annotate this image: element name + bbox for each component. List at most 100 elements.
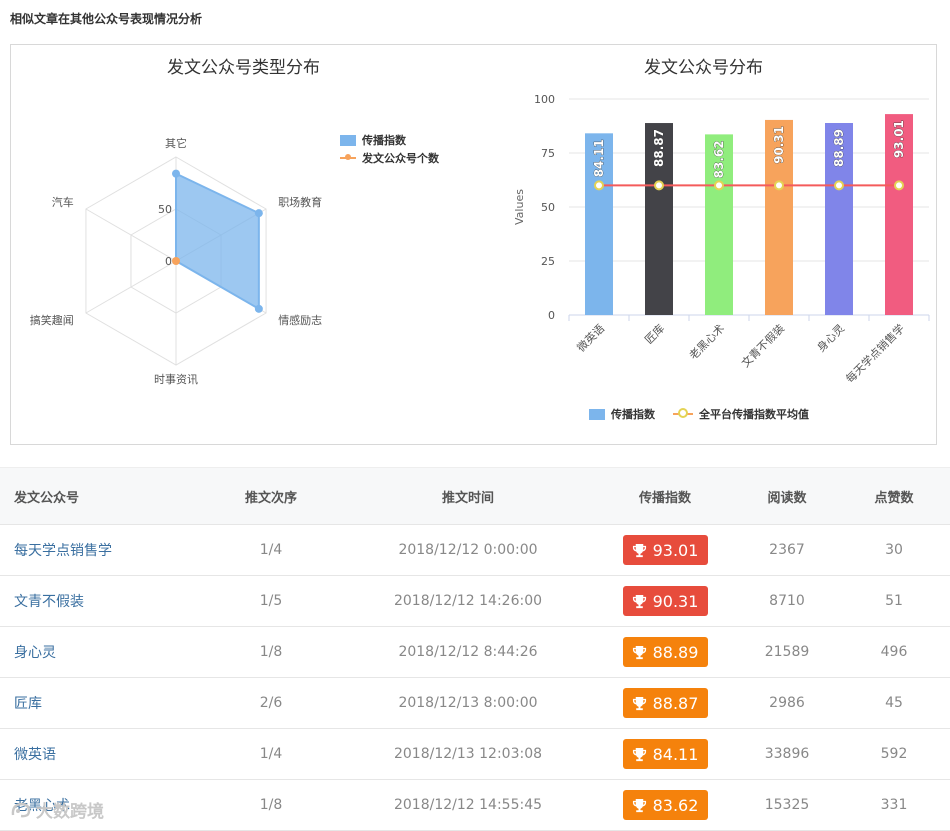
bar-data-label: 88.89 xyxy=(832,129,846,167)
col-header-account[interactable]: 发文公众号 xyxy=(0,467,200,525)
table-row: 每天学点销售学 1/4 2018/12/12 0:00:00 93.01 2367 30 xyxy=(0,524,950,576)
radar-tick-label: 50 xyxy=(158,203,172,216)
trophy-icon xyxy=(632,543,646,557)
account-link[interactable]: 微英语 xyxy=(0,728,200,780)
avg-line-point xyxy=(774,180,784,191)
radar-axis-label: 职场教育 xyxy=(278,195,322,209)
order-cell: 2/6 xyxy=(200,677,342,729)
index-badge: 83.62 xyxy=(622,790,708,820)
table-row: 文青不假装 1/5 2018/12/12 14:26:00 90.31 8710 51 xyxy=(0,575,950,627)
radar-spread-point xyxy=(254,209,263,218)
account-link[interactable]: 文青不假装 xyxy=(0,575,200,627)
avg-line-point xyxy=(714,180,724,191)
likes-cell: 45 xyxy=(838,677,950,729)
table-row: 身心灵 1/8 2018/12/12 8:44:26 88.89 21589 496 xyxy=(0,626,950,678)
legend-swatch-bar-spread xyxy=(589,408,605,420)
bar-chart: 0 25 50 75 100 Values 微英语 匠库 老黑心术 文青不假装 身心灵每天学点销售学… xyxy=(513,93,930,386)
index-cell: 88.87 xyxy=(594,677,736,729)
avg-line-point xyxy=(594,180,604,191)
col-header-index[interactable]: 传播指数 xyxy=(594,467,736,525)
index-cell: 93.01 xyxy=(594,524,736,576)
table-row: 老黑心术 1/8 2018/12/12 14:55:45 83.62 15325 331 xyxy=(0,779,950,831)
reads-cell: 15325 xyxy=(736,779,838,831)
time-cell: 2018/12/13 8:00:00 xyxy=(342,677,594,729)
index-value: 83.62 xyxy=(652,795,699,815)
time-cell: 2018/12/12 0:00:00 xyxy=(342,524,594,576)
bar-data-label: 83.62 xyxy=(712,140,726,178)
reads-cell: 33896 xyxy=(736,728,838,780)
account-link[interactable]: 匠库 xyxy=(0,677,200,729)
col-header-reads[interactable]: 阅读数 xyxy=(736,467,838,525)
index-badge: 93.01 xyxy=(622,535,708,565)
radar-axis-label: 时事资讯 xyxy=(154,373,198,386)
legend-label-spread: 传播指数 xyxy=(362,134,406,147)
bar-y-axis-label: Values xyxy=(513,189,526,225)
bar-y-tick-label: 100 xyxy=(534,93,555,106)
radar-axis-label: 其它 xyxy=(165,136,187,150)
bar-y-tick-label: 0 xyxy=(548,309,555,322)
legend-label-avg: 全平台传播指数平均值 xyxy=(699,408,809,421)
order-cell: 1/8 xyxy=(200,779,342,831)
index-cell: 83.62 xyxy=(594,779,736,831)
radar-tick-label: 0 xyxy=(165,255,172,268)
account-link[interactable]: 每天学点销售学 xyxy=(0,524,200,576)
bar-data-label: 88.87 xyxy=(652,129,666,167)
bar-x-tick-label: 身心灵 xyxy=(814,321,847,354)
trophy-icon xyxy=(632,747,646,761)
order-cell: 1/8 xyxy=(200,626,342,678)
bar-data-label: 90.31 xyxy=(772,126,786,164)
legend-item-avg[interactable]: 全平台传播指数平均值 xyxy=(673,405,809,423)
col-header-time[interactable]: 推文时间 xyxy=(342,467,594,525)
bar-y-tick-label: 25 xyxy=(541,255,555,268)
charts-panel: 发文公众号类型分布 其它 职场教育 情感励志 时事资讯 搞笑趣闻 汽车 0 50 传播指数 发… xyxy=(10,44,937,445)
radar-legend: 传播指数 发文公众号个数 xyxy=(340,131,439,167)
index-value: 93.01 xyxy=(652,540,699,560)
avg-line-point xyxy=(654,180,664,191)
avg-line-point xyxy=(894,180,904,191)
bar-x-tick-label: 微英语 xyxy=(574,321,607,354)
index-cell: 88.89 xyxy=(594,626,736,678)
time-cell: 2018/12/12 14:26:00 xyxy=(342,575,594,627)
time-cell: 2018/12/12 14:55:45 xyxy=(342,779,594,831)
page-title: 相似文章在其他公众号表现情况分析 xyxy=(10,12,203,26)
time-cell: 2018/12/12 8:44:26 xyxy=(342,626,594,678)
bar-data-label: 84.11 xyxy=(592,139,606,177)
accounts-table: 发文公众号 推文次序 推文时间 传播指数 阅读数 点赞数 每天学点销售学 1/4 2… xyxy=(0,467,950,831)
radar-accounts-point xyxy=(172,257,180,265)
legend-item-spread[interactable]: 传播指数 xyxy=(340,131,439,149)
likes-cell: 51 xyxy=(838,575,950,627)
bar-y-tick-label: 75 xyxy=(541,147,555,160)
index-cell: 84.11 xyxy=(594,728,736,780)
legend-item-bar-spread[interactable]: 传播指数 xyxy=(589,405,655,423)
trophy-icon xyxy=(632,594,646,608)
radar-chart: 其它职场教育情感励志时事资讯 搞笑趣闻 汽车 0 50 xyxy=(30,136,322,386)
bar-x-tick-label: 每天学点销售学 xyxy=(843,321,907,385)
reads-cell: 2367 xyxy=(736,524,838,576)
legend-swatch-spread xyxy=(340,134,356,146)
bar-legend: 传播指数 全平台传播指数平均值 xyxy=(589,405,809,423)
avg-line-point xyxy=(834,180,844,191)
account-link[interactable]: 身心灵 xyxy=(0,626,200,678)
bar-x-tick-label: 文青不假装 xyxy=(738,321,787,370)
trophy-icon xyxy=(632,798,646,812)
legend-item-accounts[interactable]: 发文公众号个数 xyxy=(340,149,439,167)
radar-spread-point xyxy=(254,304,263,313)
watermark-logo-icon xyxy=(11,802,31,817)
watermark-text: 大数跨境 xyxy=(36,802,104,822)
radar-axis-label: 汽车 xyxy=(52,195,74,209)
order-cell: 1/4 xyxy=(200,524,342,576)
radar-axis-label: 搞笑趣闻 xyxy=(30,313,74,327)
index-value: 84.11 xyxy=(652,744,699,764)
table-body: 每天学点销售学 1/4 2018/12/12 0:00:00 93.01 2367 30 文… xyxy=(0,524,950,831)
bar-x-tick-label: 匠库 xyxy=(642,322,667,347)
col-header-likes[interactable]: 点赞数 xyxy=(838,467,950,525)
col-header-order[interactable]: 推文次序 xyxy=(200,467,342,525)
table-row: 匠库 2/6 2018/12/13 8:00:00 88.87 2986 45 xyxy=(0,677,950,729)
time-cell: 2018/12/13 12:03:08 xyxy=(342,728,594,780)
index-cell: 90.31 xyxy=(594,575,736,627)
index-value: 90.31 xyxy=(652,591,699,611)
order-cell: 1/4 xyxy=(200,728,342,780)
order-cell: 1/5 xyxy=(200,575,342,627)
reads-cell: 21589 xyxy=(736,626,838,678)
index-badge: 88.89 xyxy=(622,637,708,667)
